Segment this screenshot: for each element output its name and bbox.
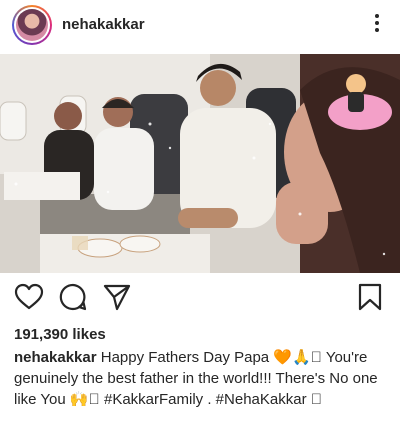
heart-icon[interactable] [14, 282, 44, 312]
bookmark-icon[interactable] [355, 282, 385, 312]
post-header: nehakakkar [0, 0, 400, 54]
post-username[interactable]: nehakakkar [62, 16, 145, 33]
post-actions [0, 282, 400, 316]
photo-scene [0, 54, 400, 273]
send-icon[interactable] [102, 282, 132, 312]
caption-author[interactable]: nehakakkar [14, 349, 97, 366]
post-photo[interactable] [0, 54, 400, 273]
avatar[interactable] [12, 5, 52, 45]
comment-icon[interactable] [58, 282, 88, 312]
more-options-icon[interactable] [374, 14, 380, 36]
post-caption: nehakakkar Happy Fathers Day Papa 🧡🙏  Yo… [14, 347, 390, 410]
likes-count[interactable]: 191,390 likes [14, 326, 106, 343]
avatar-photo [16, 9, 48, 41]
